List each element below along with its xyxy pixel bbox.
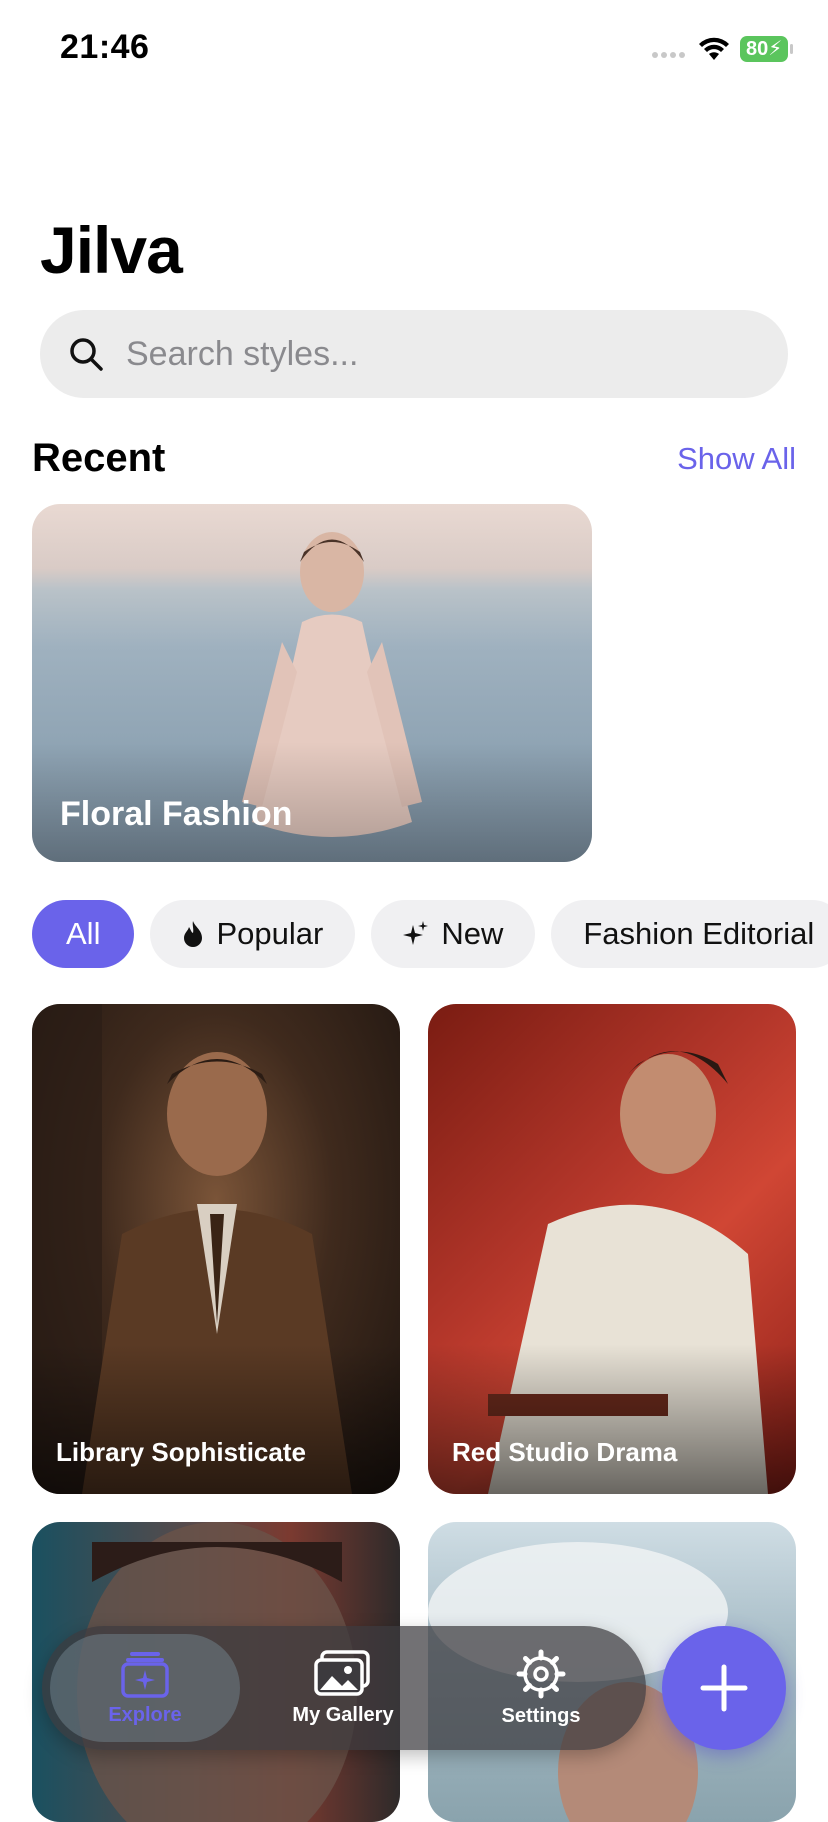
cellular-signal-icon: [652, 52, 685, 58]
tab-my-gallery[interactable]: My Gallery: [248, 1634, 438, 1742]
wifi-icon: [699, 37, 729, 60]
filter-chip-fashion-editorial[interactable]: Fashion Editorial: [551, 900, 828, 968]
status-time: 21:46: [60, 28, 150, 66]
filter-chip-all[interactable]: All: [32, 900, 135, 968]
filter-chip-label: Fashion Editorial: [583, 916, 815, 951]
battery-cap: [790, 44, 793, 54]
filter-chips: All Popular New Fashion Editorial: [32, 900, 828, 968]
battery-icon: 80⚡: [740, 36, 788, 62]
search-icon: [70, 338, 103, 371]
style-card-label: Red Studio Drama: [452, 1437, 678, 1467]
flame-icon: [184, 921, 203, 947]
style-card-gradient: [428, 1344, 796, 1494]
filter-chip-label: Popular: [216, 916, 324, 951]
tab-label: Settings: [501, 1704, 581, 1727]
filter-chip-label: All: [66, 916, 101, 951]
create-button[interactable]: [662, 1626, 786, 1750]
search-input[interactable]: [124, 333, 728, 375]
style-card-label: Library Sophisticate: [56, 1437, 306, 1467]
filter-chip-new[interactable]: New: [371, 900, 536, 968]
tab-settings[interactable]: Settings: [446, 1634, 636, 1742]
gallery-icon: [314, 1649, 370, 1696]
battery-level: 80: [746, 38, 769, 60]
filter-chip-label: New: [441, 916, 504, 951]
recent-header: Recent Show All: [32, 436, 796, 481]
recent-title: Recent: [32, 436, 166, 480]
explore-icon: [121, 1651, 169, 1698]
search-bar[interactable]: [40, 310, 788, 398]
show-all-link[interactable]: Show All: [677, 441, 796, 477]
tab-label: My Gallery: [292, 1703, 394, 1726]
sparkle-icon: [403, 921, 429, 945]
style-card[interactable]: Red Studio Drama: [428, 1004, 796, 1494]
gear-icon: [516, 1649, 566, 1698]
recent-card[interactable]: Floral Fashion: [32, 504, 592, 862]
tab-label: Explore: [108, 1703, 182, 1726]
style-card[interactable]: Library Sophisticate: [32, 1004, 400, 1494]
tab-explore[interactable]: Explore: [50, 1634, 240, 1742]
tab-bar: Explore My Gallery Settings: [42, 1626, 646, 1750]
recent-card-label: Floral Fashion: [60, 795, 293, 833]
plus-icon: [700, 1664, 748, 1712]
app-title: Jilva: [40, 213, 183, 287]
filter-chip-popular[interactable]: Popular: [150, 900, 356, 968]
status-bar: 21:46 80⚡: [0, 0, 828, 100]
style-card-gradient: [32, 1344, 400, 1494]
